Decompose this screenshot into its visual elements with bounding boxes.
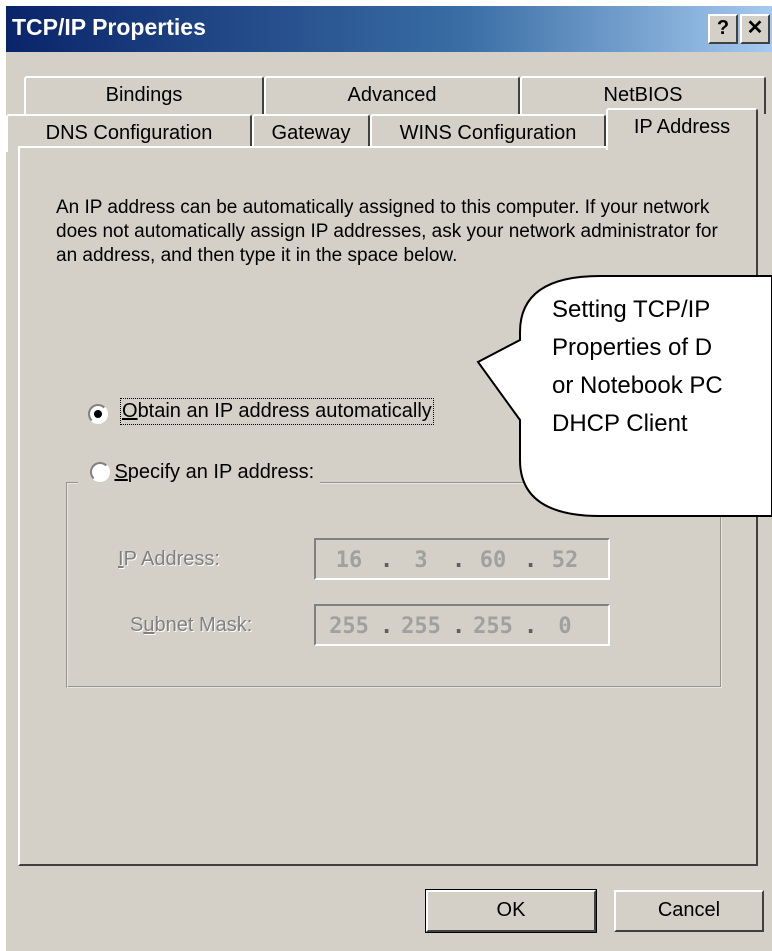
ip-octet-3[interactable]: 60 <box>464 548 522 573</box>
ip-address-field[interactable]: 16 . 3 . 60 . 52 <box>314 538 610 580</box>
cancel-button[interactable]: Cancel <box>614 890 764 932</box>
subnet-mask-label: Subnet Mask: <box>130 614 253 636</box>
tab-bindings[interactable]: Bindings <box>24 76 264 114</box>
mask-octet-1[interactable]: 255 <box>320 614 378 639</box>
close-button[interactable]: ✕ <box>740 14 770 44</box>
subnet-mask-field[interactable]: 255 . 255 . 255 . 0 <box>314 604 610 646</box>
obtain-ip-radio[interactable] <box>88 404 108 424</box>
ip-address-label: IP Address: <box>118 548 220 570</box>
mask-octet-4[interactable]: 0 <box>536 614 594 639</box>
tab-ip-address[interactable]: IP Address <box>606 108 758 150</box>
specify-ip-legend: Specify an IP address: <box>78 461 321 496</box>
mask-octet-3[interactable]: 255 <box>464 614 522 639</box>
specify-ip-label[interactable]: Specify an IP address: <box>114 461 314 483</box>
description-text: An IP address can be automatically assig… <box>56 197 718 266</box>
specify-ip-radio[interactable] <box>90 462 110 482</box>
tab-advanced[interactable]: Advanced <box>264 76 520 114</box>
window-title: TCP/IP Properties <box>12 14 206 40</box>
help-button[interactable]: ? <box>708 14 738 44</box>
ip-octet-2[interactable]: 3 <box>392 548 450 573</box>
callout-line-2: Properties of D <box>552 334 713 361</box>
ip-octet-1[interactable]: 16 <box>320 548 378 573</box>
callout-line-1: Setting TCP/IP <box>552 296 711 323</box>
specify-ip-group <box>66 482 722 688</box>
obtain-ip-label[interactable]: Obtain an IP address automatically <box>120 398 434 425</box>
callout-line-3: or Notebook PC <box>552 372 723 399</box>
ok-button[interactable]: OK <box>425 889 597 933</box>
callout-line-4: DHCP Client <box>552 410 688 437</box>
ip-octet-4[interactable]: 52 <box>536 548 594 573</box>
mask-octet-2[interactable]: 255 <box>392 614 450 639</box>
title-bar: TCP/IP Properties ? ✕ <box>6 6 772 52</box>
